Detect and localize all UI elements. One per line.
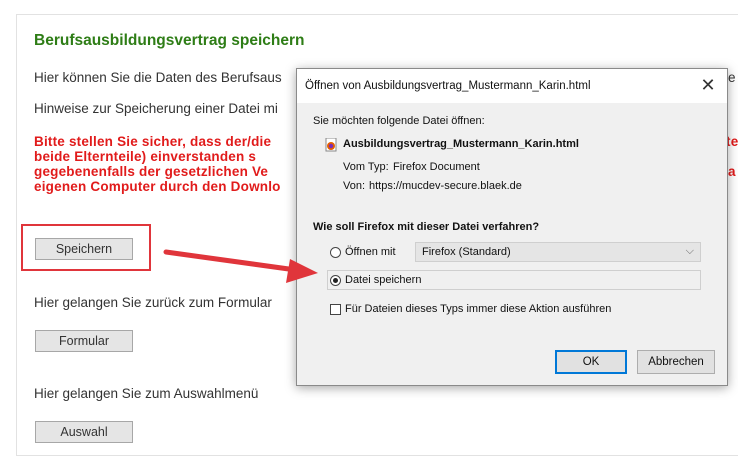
dialog-title: Öffnen von Ausbildungsvertrag_Mustermann… xyxy=(305,80,591,92)
clipped-text: e xyxy=(728,70,736,85)
clipped-warning-line: a xyxy=(728,164,736,179)
save-file-label[interactable]: Datei speichern xyxy=(345,274,421,286)
file-open-dialog: Öffnen von Ausbildungsvertrag_Mustermann… xyxy=(296,68,728,386)
menu-text: Hier gelangen Sie zum Auswahlmenü xyxy=(34,386,259,401)
open-with-radio[interactable] xyxy=(330,247,341,258)
firefox-file-icon xyxy=(325,138,337,152)
open-with-label[interactable]: Öffnen mit xyxy=(345,246,396,258)
open-with-value: Firefox (Standard) xyxy=(422,246,511,258)
chevron-down-icon: ⌵ xyxy=(685,245,694,257)
dialog-titlebar: Öffnen von Ausbildungsvertrag_Mustermann… xyxy=(297,69,727,103)
page-title: Berufsausbildungsvertrag speichern xyxy=(34,32,305,49)
file-name: Ausbildungsvertrag_Mustermann_Karin.html xyxy=(343,138,579,150)
back-to-form-text: Hier gelangen Sie zurück zum Formular xyxy=(34,295,272,310)
save-file-radio[interactable] xyxy=(330,275,341,286)
intro-text: Hier können Sie die Daten des Berufsaus xyxy=(34,70,282,85)
form-button[interactable]: Formular xyxy=(35,330,133,352)
ok-button[interactable]: OK xyxy=(555,350,627,374)
cancel-button[interactable]: Abbrechen xyxy=(637,350,715,374)
file-source-value: https://mucdev-secure.blaek.de xyxy=(369,180,522,192)
clipped-warning: te a xyxy=(726,134,738,179)
file-source-label: Von: xyxy=(343,180,366,192)
file-type-value: Firefox Document xyxy=(393,161,480,173)
save-button[interactable]: Speichern xyxy=(35,238,133,260)
hint-text: Hinweise zur Speicherung einer Datei mi xyxy=(34,101,278,116)
dialog-intro: Sie möchten folgende Datei öffnen: xyxy=(313,115,485,127)
select-button[interactable]: Auswahl xyxy=(35,421,133,443)
close-icon[interactable]: ✕ xyxy=(697,74,719,96)
file-type-label: Vom Typ: xyxy=(343,161,389,173)
always-action-label[interactable]: Für Dateien dieses Typs immer diese Akti… xyxy=(345,303,611,315)
open-with-select[interactable]: Firefox (Standard) ⌵ xyxy=(415,242,701,262)
always-action-checkbox[interactable] xyxy=(330,304,341,315)
action-question: Wie soll Firefox mit dieser Datei verfah… xyxy=(313,221,540,233)
